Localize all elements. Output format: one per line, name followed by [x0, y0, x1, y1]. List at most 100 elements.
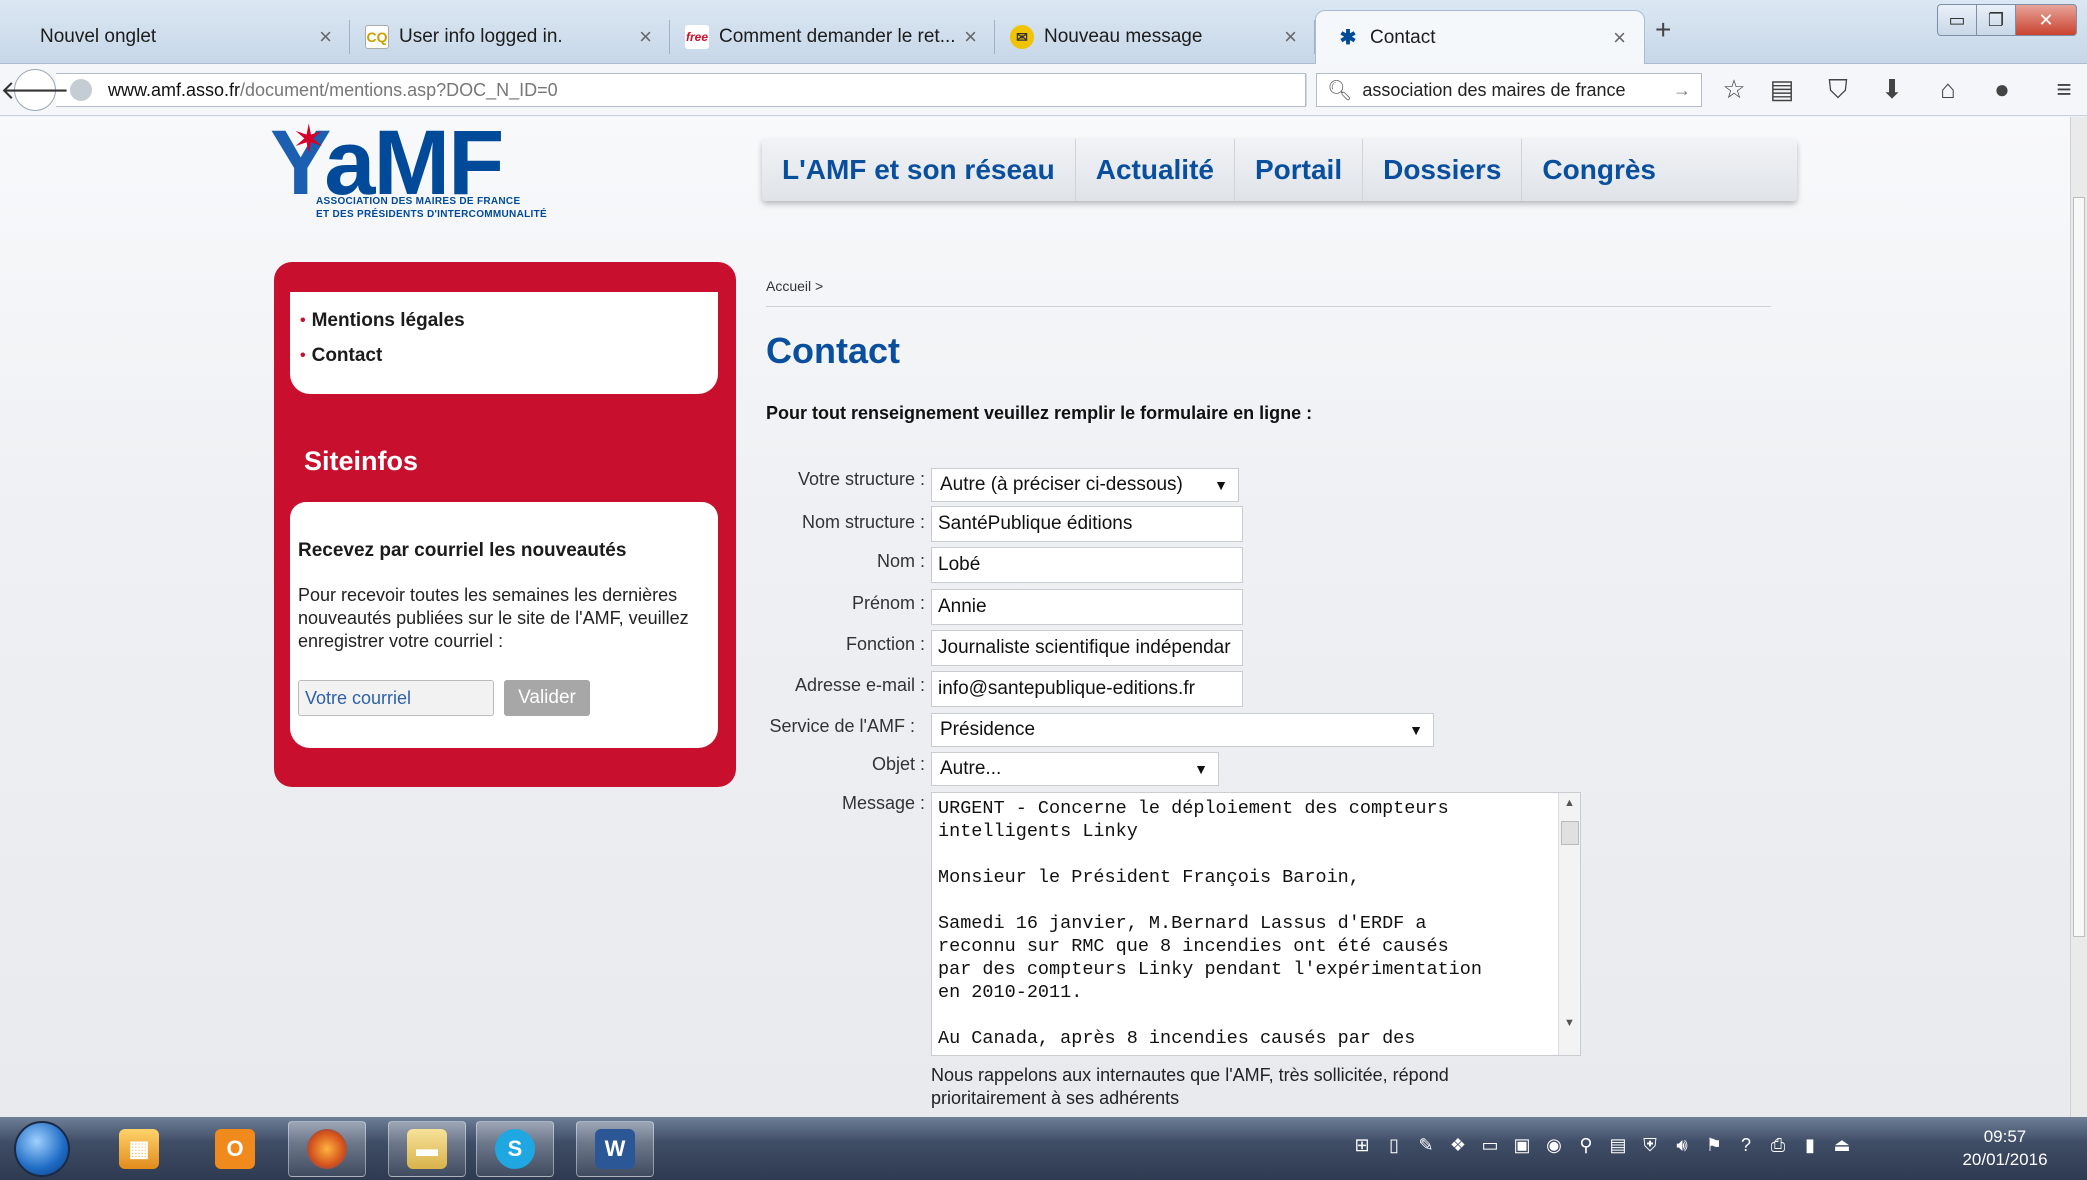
wrench-icon[interactable]: ✎: [1414, 1131, 1438, 1159]
explorer-icon: ▦: [119, 1129, 159, 1169]
structure-select[interactable]: Autre (à préciser ci-dessous) ▼: [931, 468, 1239, 502]
outlook-icon: O: [215, 1129, 255, 1169]
page-scroll-thumb[interactable]: [2073, 197, 2085, 937]
taskbar-explorer[interactable]: ▦: [100, 1121, 178, 1177]
volume-icon[interactable]: 🔊︎: [1670, 1131, 1694, 1159]
nav-congres[interactable]: Congrès: [1522, 139, 1676, 201]
taskbar-outlook[interactable]: O: [196, 1121, 274, 1177]
message-textarea[interactable]: URGENT - Concerne le déploiement des com…: [931, 792, 1581, 1056]
prenom-field[interactable]: Annie: [931, 589, 1243, 625]
prenom-label: Prénom :: [851, 593, 925, 613]
nom-field[interactable]: Lobé: [931, 547, 1243, 583]
scroll-down-icon[interactable]: ▼: [1564, 1017, 1575, 1029]
fonction-label: Fonction :: [845, 634, 925, 654]
search-input[interactable]: 🔍︎ association des maires de france →: [1316, 73, 1702, 107]
nav-portail[interactable]: Portail: [1235, 139, 1364, 201]
nom-structure-field[interactable]: SantéPublique éditions: [931, 506, 1243, 542]
system-tray: ⊞ ▯ ✎ ❖ ▭ ▣ ◉ ⚲ ▤ ⛨ 🔊︎ ⚑ ? ⎙ ▮ ⏏: [1350, 1131, 1854, 1159]
newsletter-email-input[interactable]: [298, 680, 494, 716]
search-go-icon[interactable]: →: [1673, 80, 1691, 101]
taskbar-word[interactable]: W: [576, 1121, 654, 1177]
network-icon[interactable]: ⚲: [1574, 1131, 1598, 1159]
breadcrumb[interactable]: Accueil >: [766, 278, 823, 294]
system-clock[interactable]: 09:57 20/01/2016: [1950, 1125, 2060, 1171]
close-icon[interactable]: ×: [319, 24, 332, 50]
newsletter-title: Recevez par courriel les nouveautés: [298, 540, 627, 561]
nom-label: Nom :: [876, 551, 925, 571]
amf-logo[interactable]: YaMF ✶ ASSOCIATION DES MAIRES DE FRANCE …: [270, 117, 600, 227]
home-icon[interactable]: ⌂: [1932, 74, 1964, 105]
newsletter-box: Recevez par courriel les nouveautés Pour…: [290, 502, 718, 748]
flag-icon[interactable]: ⚑: [1702, 1131, 1726, 1159]
windows-flag-icon[interactable]: ⊞: [1350, 1131, 1374, 1159]
usb-icon[interactable]: ⏏: [1830, 1131, 1854, 1159]
back-button[interactable]: 🡐: [0, 69, 70, 111]
tab-user-info[interactable]: CQ User info logged in. ×: [345, 10, 670, 64]
tab-comment-demander[interactable]: free Comment demander le ret... ×: [665, 10, 995, 64]
taskbar-folder[interactable]: ▬: [388, 1121, 466, 1177]
minimize-button[interactable]: ▭: [1937, 4, 1977, 36]
shield-icon[interactable]: ⛨: [1638, 1131, 1662, 1159]
bookmark-star-icon[interactable]: ☆: [1718, 74, 1750, 105]
page-scrollbar[interactable]: [2070, 117, 2087, 1117]
close-icon[interactable]: ×: [1284, 24, 1297, 50]
message-scrollbar[interactable]: ▲ ▼: [1558, 793, 1580, 1055]
tab-nouveau-message[interactable]: ✉ Nouveau message ×: [990, 10, 1315, 64]
chevron-down-icon: ▼: [1214, 477, 1228, 493]
sidebar-item-contact[interactable]: • Contact: [300, 345, 718, 367]
email-label: Adresse e-mail :: [794, 675, 925, 695]
firefox-icon: [307, 1129, 347, 1169]
nav-actualite[interactable]: Actualité: [1076, 139, 1235, 201]
maximize-button[interactable]: ❐: [1976, 4, 2016, 36]
printer-icon[interactable]: ⎙: [1766, 1131, 1790, 1159]
skype-tray-icon[interactable]: ◉: [1542, 1131, 1566, 1159]
fonction-field[interactable]: Journaliste scientifique indépendar: [931, 630, 1243, 666]
phone-icon[interactable]: ▯: [1382, 1131, 1406, 1159]
display-icon[interactable]: ▣: [1510, 1131, 1534, 1159]
main-navigation: L'AMF et son réseau Actualité Portail Do…: [762, 139, 1797, 201]
help-icon[interactable]: ?: [1734, 1131, 1758, 1159]
tab-nouvel-onglet[interactable]: Nouvel onglet ×: [20, 10, 350, 64]
tab-title: Nouveau message: [1044, 26, 1203, 47]
chevron-down-icon: ▼: [1409, 722, 1423, 738]
sidebar-links: • Mentions légales • Contact: [290, 292, 718, 394]
close-icon[interactable]: ×: [964, 24, 977, 50]
nav-amf-reseau[interactable]: L'AMF et son réseau: [762, 139, 1076, 201]
nom-structure-label: Nom structure :: [801, 512, 925, 532]
start-button[interactable]: [14, 1121, 70, 1177]
site-identity-icon[interactable]: [70, 79, 92, 101]
chat-icon[interactable]: ●: [1986, 74, 2018, 105]
scroll-thumb[interactable]: [1561, 821, 1579, 845]
cq-icon: CQ: [365, 25, 389, 49]
objet-select[interactable]: Autre... ▼: [931, 752, 1219, 786]
hamburger-menu-icon[interactable]: ≡: [2048, 74, 2080, 105]
close-icon[interactable]: ×: [1613, 25, 1626, 51]
new-tab-button[interactable]: +: [1655, 14, 1671, 46]
taskbar-skype[interactable]: S: [476, 1121, 554, 1177]
email-field[interactable]: info@santepublique-editions.fr: [931, 671, 1243, 707]
bookmarks-menu-icon[interactable]: ▤: [1766, 74, 1798, 105]
monitor-icon[interactable]: ▭: [1478, 1131, 1502, 1159]
objet-label: Objet :: [871, 754, 925, 774]
mail-icon: ✉: [1010, 25, 1034, 49]
pocket-icon[interactable]: ⛉: [1822, 74, 1854, 106]
scroll-up-icon[interactable]: ▲: [1564, 797, 1575, 809]
message-text: URGENT - Concerne le déploiement des com…: [938, 798, 1482, 1049]
nav-dossiers[interactable]: Dossiers: [1363, 139, 1523, 201]
newsletter-submit-button[interactable]: Valider: [504, 680, 590, 716]
close-icon[interactable]: ×: [639, 24, 652, 50]
sidebar-item-mentions-legales[interactable]: • Mentions légales: [300, 310, 718, 332]
newsletter-text: Pour recevoir toutes les semaines les de…: [298, 585, 689, 651]
battery-icon[interactable]: ▮: [1798, 1131, 1822, 1159]
folder-icon: ▬: [407, 1129, 447, 1169]
screen-icon[interactable]: ▤: [1606, 1131, 1630, 1159]
green-leaf-icon[interactable]: ❖: [1446, 1131, 1470, 1159]
service-select[interactable]: Présidence ▼: [931, 713, 1434, 747]
sidebar: • Mentions légales • Contact Siteinfos Rec…: [274, 262, 736, 787]
close-window-button[interactable]: ✕: [2015, 4, 2077, 36]
tab-contact[interactable]: ✱ Contact ×: [1315, 10, 1645, 64]
url-bar[interactable]: www.amf.asso.fr /document/mentions.asp?D…: [56, 73, 1340, 107]
download-icon[interactable]: ⬇: [1876, 74, 1908, 105]
taskbar-firefox[interactable]: [288, 1121, 366, 1177]
members-note: Nous rappelons aux internautes que l'AMF…: [931, 1065, 1449, 1108]
